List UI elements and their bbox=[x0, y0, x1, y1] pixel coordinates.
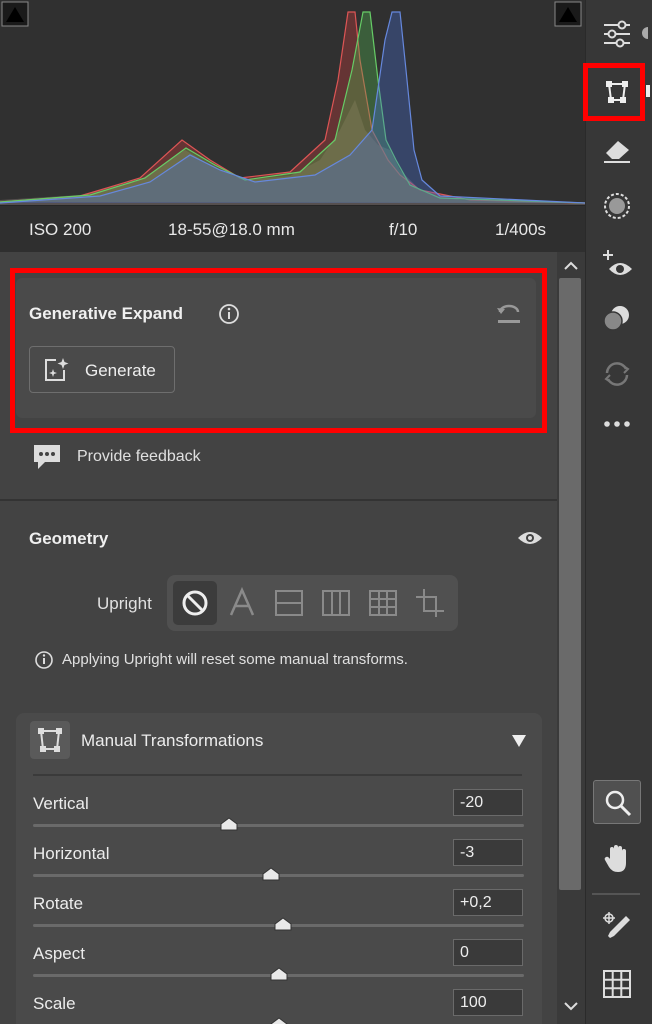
tool-grid[interactable] bbox=[593, 962, 641, 1006]
slider-thumb-vertical[interactable] bbox=[219, 817, 239, 831]
slider-thumb-scale[interactable] bbox=[269, 1017, 289, 1024]
generate-sparkle-icon bbox=[45, 358, 69, 381]
upright-full-button[interactable] bbox=[361, 581, 405, 625]
generative-expand-title: Generative Expand bbox=[29, 304, 184, 323]
manual-transformations-title[interactable]: Manual Transformations bbox=[81, 731, 263, 751]
geometry-tool-highlight bbox=[583, 63, 645, 121]
upright-off-button[interactable] bbox=[173, 581, 217, 625]
slider-label-vertical: Vertical bbox=[33, 794, 89, 813]
feedback-icon[interactable] bbox=[31, 442, 63, 472]
generate-label: Generate bbox=[85, 361, 156, 380]
upright-auto-button[interactable] bbox=[220, 581, 264, 625]
highlight-clipping-icon[interactable] bbox=[554, 1, 582, 27]
shadow-clipping-icon[interactable] bbox=[1, 1, 29, 27]
slider-value-scale[interactable]: 100 bbox=[453, 989, 523, 1016]
histogram-graph bbox=[0, 0, 585, 205]
active-tool-indicator bbox=[646, 85, 650, 97]
manual-transform-icon-box bbox=[30, 721, 70, 759]
tool-remove[interactable] bbox=[593, 128, 641, 172]
level-icon bbox=[275, 590, 303, 616]
reset-icon[interactable] bbox=[495, 303, 523, 327]
provide-feedback-link[interactable]: Provide feedback bbox=[77, 448, 201, 466]
exif-iso: ISO 200 bbox=[29, 220, 92, 239]
upright-mode-group bbox=[167, 575, 458, 631]
slider-value-vertical[interactable]: -20 bbox=[453, 789, 523, 816]
scroll-up-icon[interactable] bbox=[561, 256, 581, 276]
slider-value-rotate[interactable]: +0,2 bbox=[453, 889, 523, 916]
tool-color-sampler[interactable] bbox=[593, 904, 641, 948]
visibility-eye-icon[interactable] bbox=[517, 528, 543, 548]
scroll-down-icon[interactable] bbox=[561, 996, 581, 1016]
tool-edit[interactable] bbox=[593, 12, 641, 56]
slider-value-aspect[interactable]: 0 bbox=[453, 939, 523, 966]
toolbar-separator bbox=[592, 893, 640, 895]
section-divider bbox=[0, 499, 557, 501]
guided-icon bbox=[416, 589, 444, 617]
remove-eraser-icon bbox=[604, 141, 630, 163]
slider-track-vertical[interactable] bbox=[33, 824, 524, 827]
slider-value-horizontal[interactable]: -3 bbox=[453, 839, 523, 866]
manual-transform-divider bbox=[33, 774, 522, 776]
slider-label-scale: Scale bbox=[33, 994, 76, 1013]
slider-thumb-rotate[interactable] bbox=[273, 917, 293, 931]
upright-vertical-button[interactable] bbox=[314, 581, 358, 625]
red-eye-icon bbox=[603, 250, 632, 275]
exif-aperture: f/10 bbox=[389, 220, 418, 239]
zoom-icon bbox=[605, 790, 632, 817]
geometry-title: Geometry bbox=[29, 529, 109, 548]
panel-scrollbar[interactable] bbox=[557, 252, 585, 1024]
upright-guided-button[interactable] bbox=[408, 581, 452, 625]
exif-shutter: 1/400s bbox=[495, 220, 547, 239]
grid-icon bbox=[603, 970, 631, 998]
upright-label: Upright bbox=[97, 594, 152, 613]
upright-level-button[interactable] bbox=[267, 581, 311, 625]
slider-thumb-aspect[interactable] bbox=[269, 967, 289, 981]
masking-icon bbox=[604, 193, 630, 219]
tool-presets[interactable] bbox=[593, 296, 641, 340]
tool-zoom[interactable] bbox=[593, 780, 641, 824]
more-icon bbox=[604, 421, 630, 427]
auto-icon bbox=[229, 587, 255, 616]
upright-info-icon bbox=[35, 651, 53, 669]
transform-icon bbox=[38, 728, 62, 752]
slider-label-aspect: Aspect bbox=[33, 944, 85, 963]
color-sampler-icon bbox=[603, 912, 630, 938]
off-icon bbox=[182, 590, 208, 616]
histogram bbox=[0, 0, 585, 205]
full-icon bbox=[369, 590, 397, 616]
right-edit-panel: ISO 200 18-55@18.0 mm f/10 1/400s Genera… bbox=[0, 0, 585, 1024]
panel-collapse-handle[interactable] bbox=[642, 27, 648, 39]
tool-sync[interactable] bbox=[593, 352, 641, 396]
slider-thumb-horizontal[interactable] bbox=[261, 867, 281, 881]
collapse-triangle-icon[interactable] bbox=[511, 734, 527, 748]
tool-red-eye[interactable] bbox=[593, 242, 641, 286]
tool-more[interactable] bbox=[593, 404, 641, 448]
tool-hand[interactable] bbox=[593, 836, 641, 880]
generate-button[interactable]: Generate bbox=[29, 346, 175, 393]
edit-sliders-icon bbox=[604, 20, 630, 48]
right-toolbar bbox=[585, 0, 652, 1024]
upright-note: Applying Upright will reset some manual … bbox=[62, 651, 408, 668]
sync-icon bbox=[604, 362, 630, 386]
scroll-thumb[interactable] bbox=[559, 278, 581, 890]
slider-label-rotate: Rotate bbox=[33, 894, 84, 913]
info-icon[interactable] bbox=[218, 303, 240, 325]
slider-label-horizontal: Horizontal bbox=[33, 844, 110, 863]
exif-lens: 18-55@18.0 mm bbox=[168, 220, 295, 239]
tool-masking[interactable] bbox=[593, 184, 641, 228]
vertical-icon bbox=[322, 590, 350, 616]
exif-bar: ISO 200 18-55@18.0 mm f/10 1/400s bbox=[0, 205, 585, 253]
hand-icon bbox=[604, 845, 626, 872]
presets-icon bbox=[603, 306, 629, 331]
